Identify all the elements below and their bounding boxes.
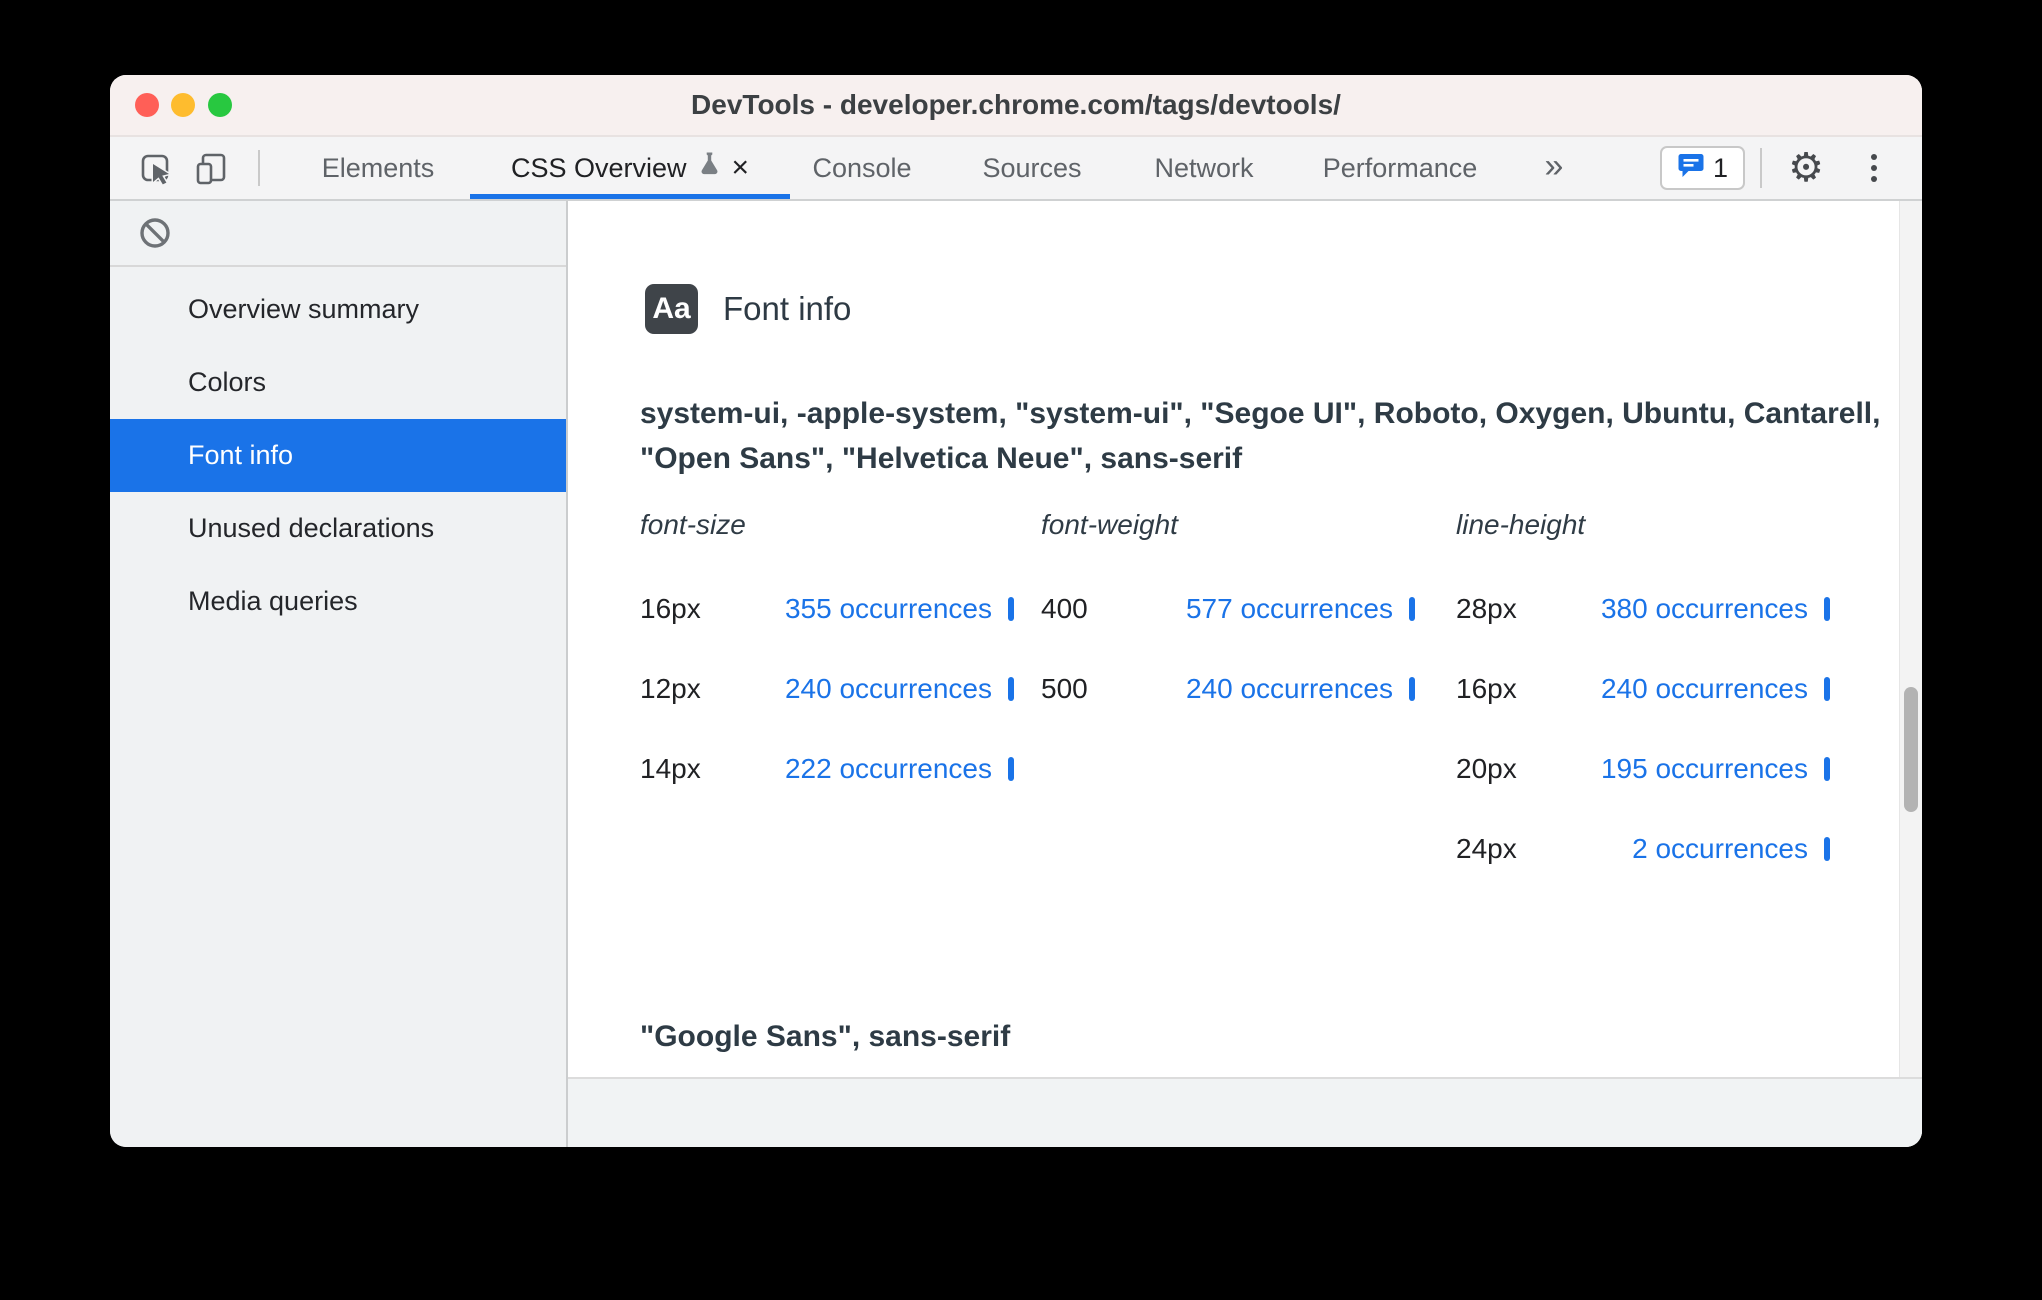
window-title: DevTools - developer.chrome.com/tags/dev…: [691, 89, 1341, 120]
sidebar-item-media-queries[interactable]: Media queries: [110, 565, 566, 638]
inspect-element-icon[interactable]: [138, 151, 172, 186]
issues-chat-icon: [1677, 152, 1705, 184]
devtools-toolbar: Elements CSS Overview × Console Sources …: [110, 137, 1922, 201]
metric-value: 12px: [640, 673, 701, 704]
line-height-column: line-height 28px 380 occurrences 16px 24…: [1456, 509, 1836, 889]
vertical-scrollbar[interactable]: [1899, 201, 1922, 1077]
sidebar-item-colors[interactable]: Colors: [110, 346, 566, 419]
tab-sources[interactable]: Sources: [982, 137, 1081, 199]
occurrences-link[interactable]: 240 occurrences: [785, 673, 992, 705]
font-metric-row: 16px 355 occurrences: [640, 569, 1020, 649]
more-options-kebab-icon[interactable]: [1870, 151, 1878, 185]
metric-value: 28px: [1456, 593, 1517, 624]
close-tab-icon[interactable]: ×: [732, 153, 750, 183]
metric-value: 500: [1041, 673, 1088, 704]
next-font-family-heading: "Google Sans", sans-serif: [640, 1020, 1011, 1053]
font-metric-row: 14px 222 occurrences: [640, 729, 1020, 809]
occurrences-link[interactable]: 2 occurrences: [1632, 833, 1808, 865]
font-family-heading: system-ui, -apple-system, "system-ui", "…: [640, 397, 1881, 475]
devtools-window: DevTools - developer.chrome.com/tags/dev…: [110, 75, 1922, 1147]
panel-footer: [568, 1077, 1922, 1147]
tab-css-overview[interactable]: CSS Overview ×: [470, 137, 790, 199]
font-metric-row: 16px 240 occurrences: [1456, 649, 1836, 729]
sidebar-nav: Overview summary Colors Font info Unused…: [110, 267, 566, 638]
font-info-aa-icon: Aa: [645, 284, 698, 334]
devtools-body: Overview summary Colors Font info Unused…: [110, 201, 1922, 1147]
css-overview-sidebar: Overview summary Colors Font info Unused…: [110, 201, 568, 1147]
font-metric-row: 400 577 occurrences: [1041, 569, 1421, 649]
sidebar-item-font-info[interactable]: Font info: [110, 419, 566, 492]
metric-value: 16px: [640, 593, 701, 624]
tab-performance[interactable]: Performance: [1323, 137, 1478, 199]
occurrences-link[interactable]: 195 occurrences: [1601, 753, 1808, 785]
font-info-content: Aa Font info system-ui, -apple-system, "…: [568, 201, 1922, 1077]
tab-elements[interactable]: Elements: [322, 137, 435, 199]
occurrence-bar: [1824, 757, 1830, 781]
metric-value: 400: [1041, 593, 1088, 624]
more-tabs-chevron-icon[interactable]: »: [1545, 137, 1564, 199]
font-weight-column: font-weight 400 577 occurrences 500 240 …: [1041, 509, 1421, 729]
screenshot-stage: DevTools - developer.chrome.com/tags/dev…: [0, 0, 2042, 1300]
tab-console[interactable]: Console: [812, 137, 911, 199]
metric-value: 14px: [640, 753, 701, 784]
font-size-column: font-size 16px 355 occurrences 12px 240 …: [640, 509, 1020, 809]
font-metric-row: 20px 195 occurrences: [1456, 729, 1836, 809]
font-metric-row: 24px 2 occurrences: [1456, 809, 1836, 889]
metric-value: 16px: [1456, 673, 1517, 704]
section-header: Aa Font info: [645, 284, 851, 334]
occurrences-link[interactable]: 577 occurrences: [1186, 593, 1393, 625]
settings-gear-icon[interactable]: ⚙: [1788, 137, 1824, 199]
occurrences-link[interactable]: 222 occurrences: [785, 753, 992, 785]
occurrences-link[interactable]: 355 occurrences: [785, 593, 992, 625]
occurrence-bar: [1824, 597, 1830, 621]
scrollbar-thumb[interactable]: [1904, 687, 1918, 812]
experiment-flask-icon: [697, 137, 722, 199]
issues-count: 1: [1712, 152, 1729, 183]
occurrences-link[interactable]: 240 occurrences: [1601, 673, 1808, 705]
occurrence-bar: [1409, 677, 1415, 701]
clear-overview-icon[interactable]: [138, 216, 172, 250]
occurrence-bar: [1409, 597, 1415, 621]
sidebar-item-overview-summary[interactable]: Overview summary: [110, 273, 566, 346]
font-info-panel: Aa Font info system-ui, -apple-system, "…: [568, 201, 1922, 1147]
column-header-font-weight: font-weight: [1041, 509, 1178, 540]
font-metric-row: 500 240 occurrences: [1041, 649, 1421, 729]
tab-css-overview-label: CSS Overview: [510, 153, 687, 183]
section-title: Font info: [723, 290, 852, 327]
toolbar-divider: [1760, 148, 1762, 188]
occurrence-bar: [1008, 757, 1014, 781]
occurrence-bar: [1008, 597, 1014, 621]
occurrence-bar: [1008, 677, 1014, 701]
column-header-line-height: line-height: [1456, 509, 1586, 540]
sidebar-toolbar: [110, 201, 566, 267]
font-metric-row: 12px 240 occurrences: [640, 649, 1020, 729]
occurrences-link[interactable]: 380 occurrences: [1601, 593, 1808, 625]
metric-value: 24px: [1456, 833, 1517, 864]
issues-badge-button[interactable]: 1: [1660, 146, 1745, 190]
device-toolbar-icon[interactable]: [194, 151, 228, 185]
column-header-font-size: font-size: [640, 509, 746, 540]
occurrence-bar: [1824, 677, 1830, 701]
font-metric-row: 28px 380 occurrences: [1456, 569, 1836, 649]
metric-value: 20px: [1456, 753, 1517, 784]
toolbar-divider: [258, 150, 260, 186]
occurrence-bar: [1824, 837, 1830, 861]
tab-network[interactable]: Network: [1154, 137, 1253, 199]
sidebar-item-unused-declarations[interactable]: Unused declarations: [110, 492, 566, 565]
window-titlebar: DevTools - developer.chrome.com/tags/dev…: [110, 75, 1922, 137]
occurrences-link[interactable]: 240 occurrences: [1186, 673, 1393, 705]
